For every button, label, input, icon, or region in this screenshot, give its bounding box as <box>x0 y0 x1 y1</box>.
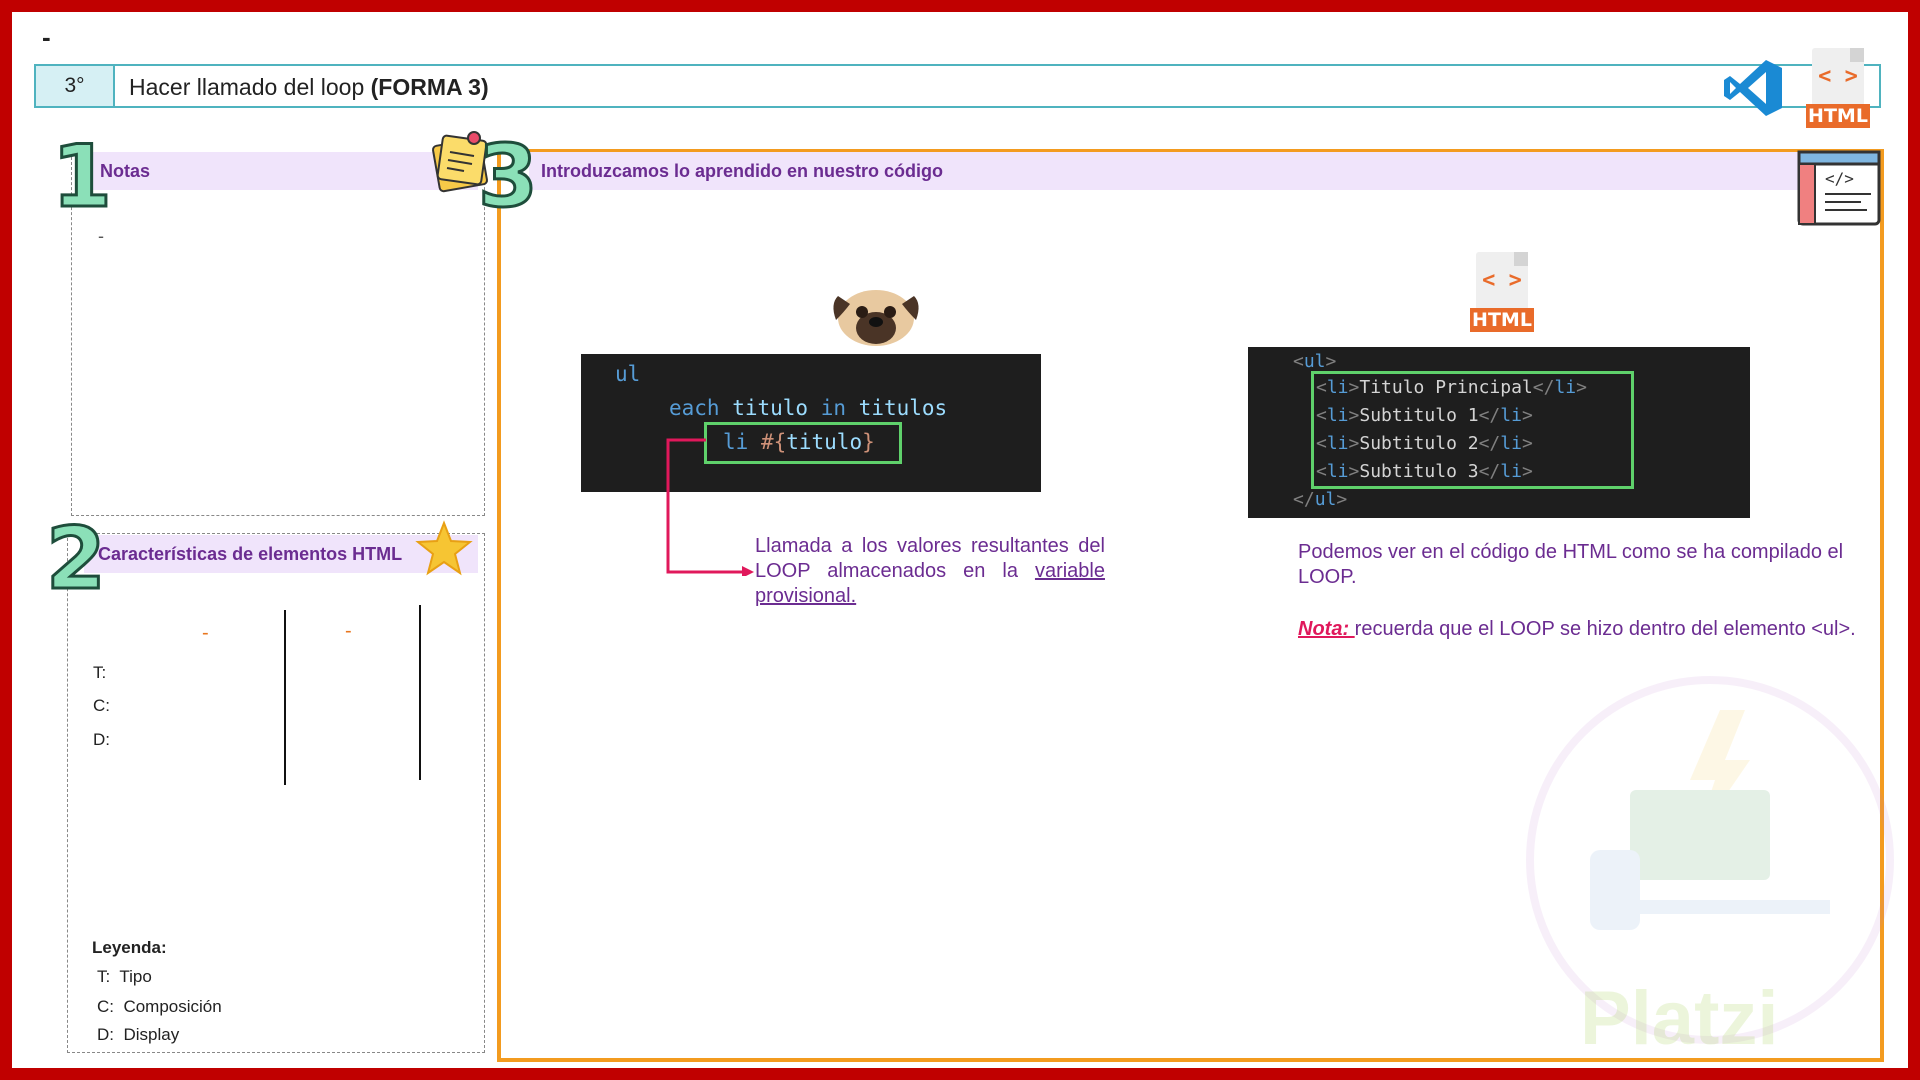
row-label-d: D: <box>93 730 110 749</box>
html-explanation: Podemos ver en el código de HTML como se… <box>1298 541 1844 588</box>
variable-link: variable <box>1034 560 1105 582</box>
row-label-c: C: <box>93 696 110 715</box>
notes-content: - <box>98 226 104 246</box>
html-badge: HTML <box>1806 104 1870 128</box>
file-fold <box>1514 252 1528 266</box>
main-title: Introduzcamos lo aprendido en nuestro có… <box>529 152 1846 190</box>
html-file-icon: < > HTML <box>1470 252 1534 332</box>
svg-text:</>: </> <box>1825 169 1854 188</box>
pug-loop-variable: titulo <box>719 396 821 420</box>
column-divider-1 <box>284 610 286 785</box>
top-dash: - <box>42 22 51 52</box>
angle-close: > <box>1336 489 1348 510</box>
notes-panel <box>71 152 485 516</box>
column-divider-2 <box>419 605 421 780</box>
platzi-watermark: Platzi <box>1580 976 1779 1061</box>
step-number: 3° <box>36 66 115 106</box>
nota-text: recuerda que el LOOP se hizo dentro del … <box>1354 618 1856 640</box>
row-label-t: T: <box>93 663 107 682</box>
legend-item: D: Display <box>97 1025 179 1045</box>
html-badge: HTML <box>1470 308 1534 332</box>
column-1-dash: - <box>202 622 209 644</box>
legend-value: Tipo <box>119 967 152 986</box>
title-main: Hacer llamado del loop <box>129 74 371 100</box>
column-2-dash: - <box>345 620 352 642</box>
html-file-icon: < > HTML <box>1806 48 1870 128</box>
pug-code-line: each titulo in titulos <box>669 396 947 420</box>
nota-line: Nota: recuerda que el LOOP se hizo dentr… <box>1298 617 1878 642</box>
pug-each-keyword: each <box>669 396 720 420</box>
legend-value: Display <box>123 1025 180 1044</box>
html-code-line: <ul> <box>1293 351 1336 372</box>
html-ul-close-tag: ul <box>1314 489 1337 510</box>
star-icon <box>415 520 473 576</box>
notes-title: Notas <box>86 152 478 190</box>
step-3-number: 3 <box>477 127 540 227</box>
title-bar: 3° Hacer llamado del loop (FORMA 3) <box>34 64 1881 108</box>
html-code-line: </ul> <box>1293 489 1347 510</box>
pug-explanation-line-1: Llamada a los valores resultantes del <box>755 535 1105 557</box>
pug-ul-tag: ul <box>615 362 641 386</box>
html-highlight-box <box>1311 371 1634 489</box>
pug-list-variable: titulos <box>846 396 948 420</box>
pug-icon <box>833 290 919 346</box>
pug-explanation-line-2: LOOP almacenados en la variable <box>755 559 1105 584</box>
html-ul-open-tag: ul <box>1303 351 1326 372</box>
angle-brackets-icon: < > <box>1482 268 1522 293</box>
legend-key: C: <box>97 997 114 1016</box>
page-title: Hacer llamado del loop (FORMA 3) <box>129 74 489 101</box>
legend-item: C: Composición <box>97 997 222 1017</box>
pug-explanation-line-3: provisional. <box>755 585 857 607</box>
legend-key: D: <box>97 1025 114 1044</box>
title-bold: (FORMA 3) <box>370 74 489 100</box>
angle-brackets-icon: < > <box>1818 64 1858 89</box>
pink-arrow <box>666 438 754 576</box>
legend-value: Composición <box>123 997 222 1016</box>
step-1-number: 1 <box>51 127 114 227</box>
pug-in-keyword: in <box>820 396 847 420</box>
vscode-icon <box>1724 60 1782 116</box>
angle-close: > <box>1325 351 1337 372</box>
step-2-number: 2 <box>45 509 108 609</box>
angle-open-slash: </ <box>1293 489 1315 510</box>
file-fold <box>1850 48 1864 62</box>
legend-title: Leyenda: <box>92 938 167 957</box>
pug-explanation: Llamada a los valores resultantes del LO… <box>755 534 1105 609</box>
legend-item: T: Tipo <box>97 967 152 987</box>
angle-open: < <box>1293 351 1304 372</box>
code-editor-icon: </> <box>1797 150 1881 226</box>
pug-code-line: ul <box>615 362 640 386</box>
legend-key: T: <box>97 967 111 986</box>
nota-label: Nota: <box>1298 618 1355 640</box>
pug-explanation-text: LOOP almacenados en la <box>755 560 1035 582</box>
